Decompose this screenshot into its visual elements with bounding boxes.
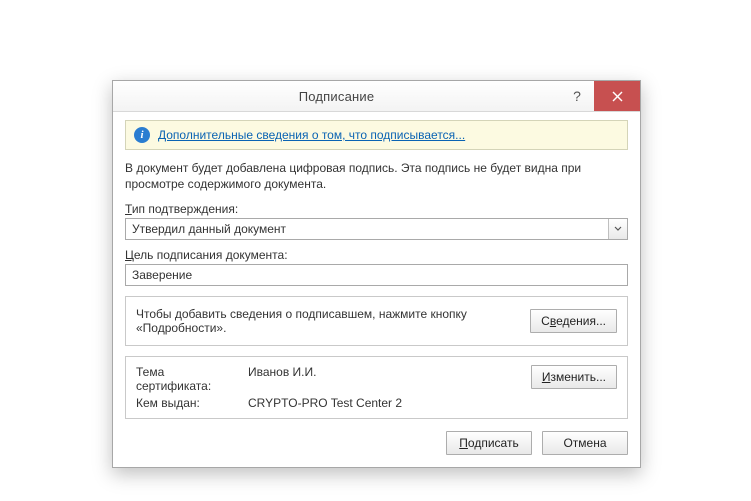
certificate-panel: Тема сертификата: Иванов И.И. Кем выдан:… [125, 356, 628, 419]
btn-rest: зменить... [550, 370, 606, 384]
title-bar: Подписание ? [113, 81, 640, 112]
close-button[interactable] [594, 81, 640, 111]
accel-char: П [459, 436, 468, 450]
help-icon: ? [573, 88, 581, 104]
commitment-type-value: Утвердил данный документ [126, 219, 608, 239]
commitment-type-label: Тип подтверждения: [125, 202, 628, 216]
details-button[interactable]: Сведения... [530, 309, 617, 333]
chevron-down-icon [614, 226, 622, 232]
cert-subject-label: Тема сертификата: [136, 365, 242, 393]
commitment-type-combo[interactable]: Утвердил данный документ [125, 218, 628, 240]
accel-char: Ц [125, 248, 134, 262]
accel-char: Т [125, 202, 132, 216]
cert-subject-value: Иванов И.И. [248, 365, 519, 393]
label-rest: ель подписания документа: [134, 248, 288, 262]
dialog-footer: Подписать Отмена [125, 431, 628, 455]
combo-dropdown-button[interactable] [608, 219, 627, 239]
signer-details-text: Чтобы добавить сведения о подписавшем, н… [136, 307, 520, 335]
certificate-grid: Тема сертификата: Иванов И.И. Кем выдан:… [136, 365, 519, 410]
info-icon: i [134, 127, 150, 143]
change-certificate-button[interactable]: Изменить... [531, 365, 617, 389]
cancel-button[interactable]: Отмена [542, 431, 628, 455]
window-controls: ? [560, 81, 640, 111]
purpose-label: Цель подписания документа: [125, 248, 628, 262]
btn-rest: едения... [556, 314, 606, 328]
cert-issuer-label: Кем выдан: [136, 396, 242, 410]
help-button[interactable]: ? [560, 81, 594, 111]
sign-button[interactable]: Подписать [446, 431, 532, 455]
signer-details-panel: Чтобы добавить сведения о подписавшем, н… [125, 296, 628, 346]
close-icon [612, 91, 623, 102]
info-bar: i Дополнительные сведения о том, что под… [125, 120, 628, 150]
btn-prefix: С [541, 314, 550, 328]
label-rest: ип подтверждения: [132, 202, 238, 216]
description-text: В документ будет добавлена цифровая подп… [125, 160, 628, 192]
more-info-link[interactable]: Дополнительные сведения о том, что подпи… [158, 128, 465, 142]
signing-dialog: Подписание ? i Дополнительные сведения о… [112, 80, 641, 468]
btn-rest: одписать [468, 436, 519, 450]
dialog-body: i Дополнительные сведения о том, что под… [113, 112, 640, 467]
cert-issuer-value: CRYPTO-PRO Test Center 2 [248, 396, 519, 410]
dialog-title: Подписание [113, 89, 560, 104]
purpose-input[interactable] [125, 264, 628, 286]
